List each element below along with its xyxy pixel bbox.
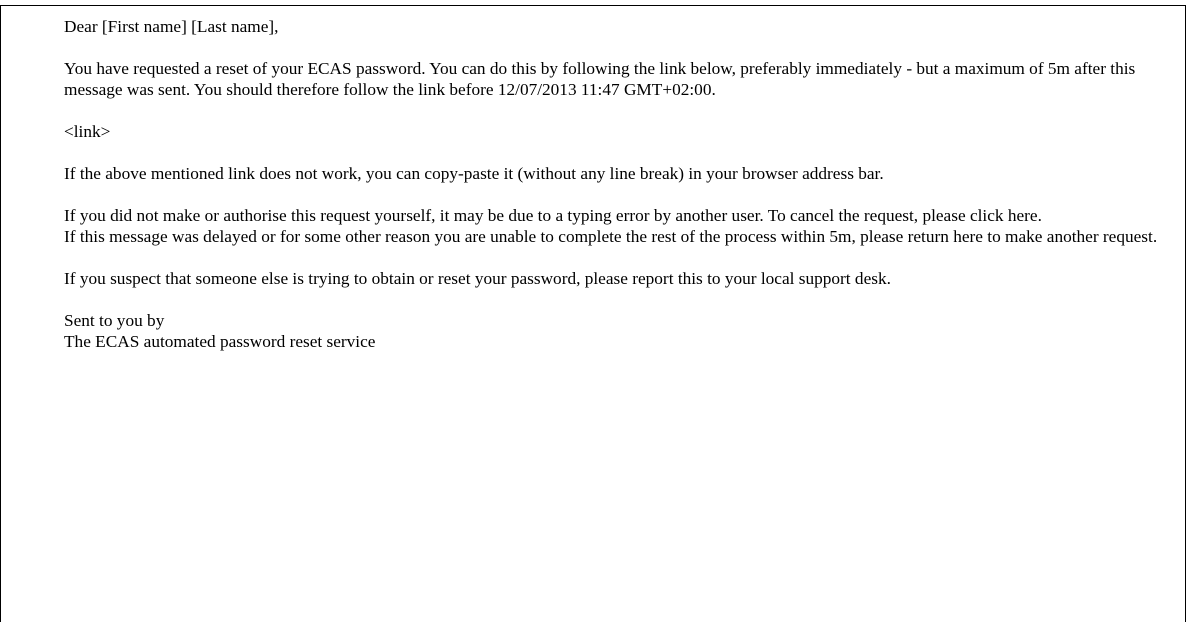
reset-link-placeholder[interactable]: <link> [64,121,1164,142]
greeting: Dear [First name] [Last name], [64,17,279,36]
signoff-service-name: The ECAS automated password reset servic… [64,332,376,351]
suspect-paragraph: If you suspect that someone else is tryi… [64,269,891,288]
delayed-message-paragraph: If this message was delayed or for some … [64,227,1158,246]
signoff: Sent to you by The ECAS automated passwo… [64,310,1164,352]
email-frame: Dear [First name] [Last name], You have … [0,5,1186,622]
signoff-sent-by: Sent to you by [64,311,165,330]
copy-paste-paragraph: If the above mentioned link does not wor… [64,164,884,183]
email-body: Dear [First name] [Last name], You have … [64,16,1164,373]
intro-paragraph: You have requested a reset of your ECAS … [64,59,1136,99]
cancel-request-paragraph: If you did not make or authorise this re… [64,206,1042,225]
